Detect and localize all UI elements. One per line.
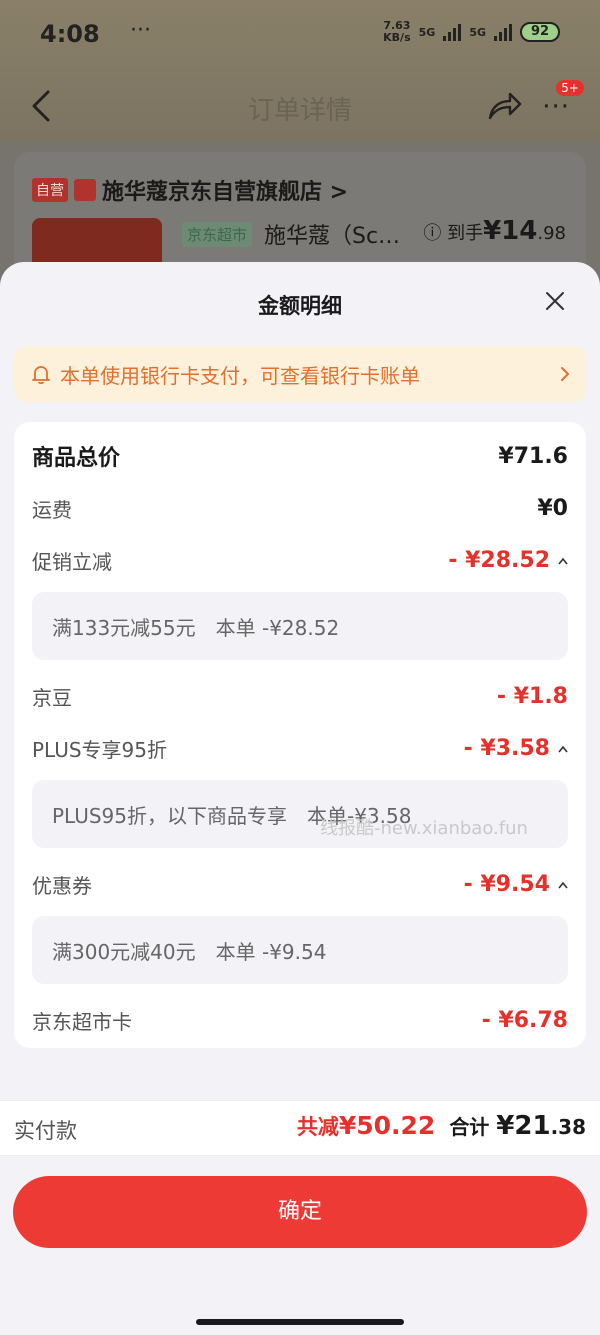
shipping-label: 运费	[32, 498, 72, 522]
share-icon[interactable]	[486, 90, 522, 122]
status-indicators: 7.63 KB/s 5G 5G 92	[383, 20, 560, 44]
status-bar: 4:08 ··· 7.63 KB/s 5G 5G 92	[0, 0, 600, 70]
plus-row[interactable]: PLUS专享95折 - ¥3.58	[32, 734, 568, 763]
bank-notice-text: 本单使用银行卡支付，可查看银行卡账单	[60, 363, 420, 388]
signal-bars-icon	[494, 23, 512, 41]
shipping-row: 运费 ¥0	[32, 494, 568, 523]
chevron-up-icon[interactable]	[558, 881, 568, 889]
signal-label-1: 5G	[418, 25, 436, 39]
coupon-label: 优惠券	[32, 874, 92, 898]
card-value: - ¥6.78	[481, 1008, 568, 1033]
promo-detail-box: 满133元减55元 本单 -¥28.52	[32, 592, 568, 660]
product-title[interactable]: 施华蔻（Sc…	[264, 218, 400, 250]
promo-value: - ¥28.52	[448, 548, 568, 573]
battery-icon: 92	[520, 22, 560, 42]
more-menu-button[interactable]: ···	[542, 92, 570, 122]
shop-logo-icon	[74, 179, 96, 201]
card-row: 京东超市卡 - ¥6.78	[32, 1006, 568, 1035]
status-more-icon: ···	[130, 18, 151, 43]
chevron-up-icon[interactable]	[558, 745, 568, 753]
signal-label-2: 5G	[469, 25, 486, 39]
jingdou-value: - ¥1.8	[496, 684, 568, 709]
shop-name[interactable]: 施华蔻京东自营旗舰店 >	[102, 174, 348, 206]
close-icon[interactable]	[544, 290, 566, 312]
status-time: 4:08	[40, 20, 100, 48]
plus-label: PLUS专享95折	[32, 738, 167, 762]
shop-header[interactable]: 自营 施华蔻京东自营旗舰店 >	[32, 174, 348, 206]
bell-icon	[32, 366, 50, 385]
payment-amounts: 共减¥50.22 合计 ¥21.38	[297, 1111, 586, 1141]
product-price: ⓘ 到手¥14.98	[423, 216, 566, 246]
chevron-up-icon[interactable]	[558, 557, 568, 565]
net-speed: 7.63 KB/s	[383, 19, 411, 44]
coupon-value: - ¥9.54	[464, 872, 568, 897]
signal-bars-icon	[443, 23, 462, 41]
coupon-row[interactable]: 优惠券 - ¥9.54	[32, 870, 568, 899]
self-operated-tag: 自营	[32, 178, 68, 202]
confirm-button[interactable]: 确定	[13, 1176, 587, 1248]
sheet-title: 金额明细	[258, 294, 342, 318]
bank-card-notice[interactable]: 本单使用银行卡支付，可查看银行卡账单	[14, 346, 586, 402]
amount-detail-sheet: 金额明细 本单使用银行卡支付，可查看银行卡账单 商品总价 ¥71.6 运费 ¥0…	[0, 262, 600, 1335]
amount-detail-card: 商品总价 ¥71.6 运费 ¥0 促销立减 - ¥28.52 满133元减55元…	[14, 422, 586, 1048]
subtotal-label: 商品总价	[32, 446, 121, 471]
subtotal-row: 商品总价 ¥71.6	[32, 440, 568, 472]
home-indicator	[196, 1319, 404, 1325]
jingdou-label: 京豆	[32, 686, 72, 710]
subtotal-value: ¥71.6	[498, 443, 568, 469]
supermarket-tag: 京东超市	[182, 222, 253, 247]
promo-label: 促销立减	[32, 550, 112, 574]
plus-value: - ¥3.58	[464, 736, 568, 761]
payment-summary-bar: 实付款 共减¥50.22 合计 ¥21.38	[0, 1100, 600, 1156]
notification-badge: 5+	[556, 80, 584, 96]
chevron-right-icon	[561, 367, 570, 381]
nav-bar: 订单详情 ··· 5+	[0, 70, 600, 140]
card-label: 京东超市卡	[32, 1010, 132, 1034]
promo-row[interactable]: 促销立减 - ¥28.52	[32, 546, 568, 575]
coupon-detail-box: 满300元减40元 本单 -¥9.54	[32, 916, 568, 984]
total-saved: 共减¥50.22	[296, 1111, 436, 1140]
payment-label: 实付款	[14, 1119, 77, 1143]
total-paid: 合计 ¥21.38	[449, 1111, 586, 1141]
shipping-value: ¥0	[537, 496, 568, 521]
jingdou-row: 京豆 - ¥1.8	[32, 682, 568, 711]
watermark: 线报酷-new.xianbao.fun	[320, 818, 528, 839]
